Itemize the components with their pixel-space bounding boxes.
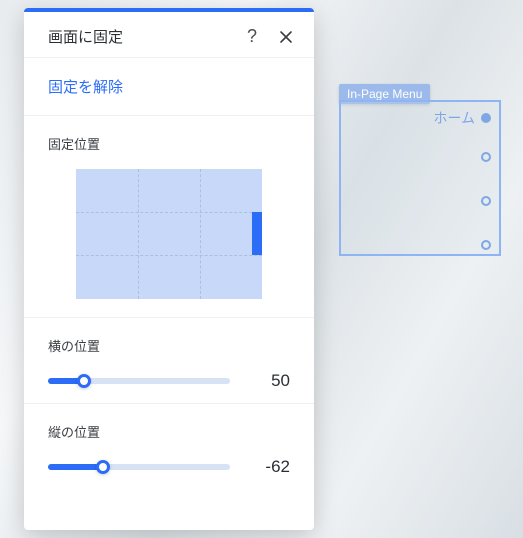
pin-cell-bottom-right[interactable] xyxy=(200,255,262,299)
horizontal-slider-thumb[interactable] xyxy=(77,374,91,388)
menu-item-2[interactable] xyxy=(475,196,491,206)
pin-cell-top-right[interactable] xyxy=(200,169,262,212)
in-page-menu-widget[interactable]: ホーム xyxy=(339,100,501,256)
vertical-slider-thumb[interactable] xyxy=(96,460,110,474)
horizontal-offset-value: 50 xyxy=(244,371,290,391)
vertical-offset-section: 縦の位置 -62 xyxy=(24,404,314,489)
help-icon[interactable]: ? xyxy=(242,27,262,47)
menu-dot-icon xyxy=(481,196,491,206)
vertical-offset-value: -62 xyxy=(244,457,290,477)
pin-to-screen-panel: 画面に固定 ? 固定を解除 固定位置 xyxy=(24,8,314,530)
vertical-offset-label: 縦の位置 xyxy=(48,422,290,441)
pin-position-grid[interactable] xyxy=(76,169,262,299)
menu-item-label: ホーム xyxy=(433,108,475,128)
pin-position-label: 固定位置 xyxy=(48,134,290,153)
unpin-link[interactable]: 固定を解除 xyxy=(48,79,123,96)
horizontal-offset-label: 横の位置 xyxy=(48,336,290,355)
panel-header-actions: ? xyxy=(242,27,296,47)
pin-cell-middle-left[interactable] xyxy=(76,212,138,255)
pin-cell-bottom-center[interactable] xyxy=(138,255,200,299)
unpin-row: 固定を解除 xyxy=(24,58,314,116)
menu-item-1[interactable] xyxy=(475,152,491,162)
pin-position-section: 固定位置 xyxy=(24,116,314,318)
panel-title: 画面に固定 xyxy=(48,26,123,47)
vertical-slider-fill xyxy=(48,464,103,470)
pin-edge-active-right xyxy=(252,212,262,255)
menu-dot-icon xyxy=(481,152,491,162)
panel-header: 画面に固定 ? xyxy=(24,12,314,58)
vertical-offset-slider[interactable] xyxy=(48,464,230,470)
horizontal-offset-section: 横の位置 50 xyxy=(24,318,314,404)
menu-item-3[interactable] xyxy=(475,240,491,250)
menu-dot-icon xyxy=(481,113,491,123)
pin-cell-top-center[interactable] xyxy=(138,169,200,212)
menu-dot-icon xyxy=(481,240,491,250)
pin-cell-middle-center[interactable] xyxy=(138,212,200,255)
horizontal-offset-slider[interactable] xyxy=(48,378,230,384)
pin-cell-bottom-left[interactable] xyxy=(76,255,138,299)
pin-cell-top-left[interactable] xyxy=(76,169,138,212)
close-icon[interactable] xyxy=(276,27,296,47)
menu-item-0[interactable]: ホーム xyxy=(433,108,491,128)
